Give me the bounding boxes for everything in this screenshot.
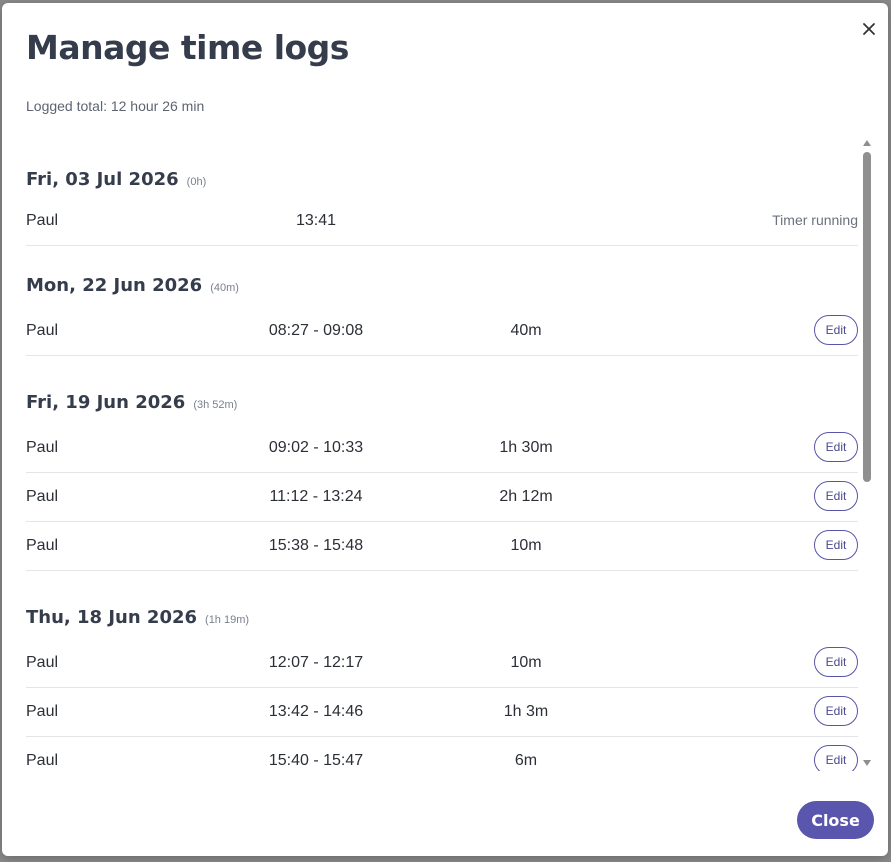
time-log-row: Paul 13:42 - 14:46 1h 3m Edit — [26, 687, 858, 737]
row-duration: 1h 30m — [499, 439, 553, 456]
row-time-range: 15:40 - 15:47 — [268, 752, 364, 769]
row-user: Paul — [26, 752, 59, 769]
timer-running-status: Timer running — [772, 212, 858, 228]
edit-button[interactable]: Edit — [814, 481, 858, 511]
day-date: Fri, 19 Jun 2026 — [26, 392, 186, 413]
day-heading: Thu, 18 Jun 2026 (1h 19m) — [26, 607, 249, 628]
day-date: Fri, 03 Jul 2026 — [26, 169, 179, 190]
row-duration: 2h 12m — [499, 488, 553, 505]
row-time-range: 12:07 - 12:17 — [268, 654, 364, 671]
time-log-row: Paul 13:41 Timer running — [26, 196, 858, 246]
time-logs-dialog: Manage time logs Logged total: 12 hour 2… — [2, 3, 888, 856]
time-log-row: Paul 12:07 - 12:17 10m Edit — [26, 638, 858, 688]
row-duration: 10m — [510, 654, 542, 671]
row-time-range: 09:02 - 10:33 — [268, 439, 364, 456]
row-duration: 1h 3m — [503, 703, 549, 720]
time-log-list[interactable]: Fri, 03 Jul 2026 (0h) Paul 13:41 Timer r… — [26, 133, 872, 771]
day-date: Thu, 18 Jun 2026 — [26, 607, 198, 628]
list-scrollbar[interactable] — [860, 136, 874, 769]
row-time-range: 15:38 - 15:48 — [268, 537, 364, 554]
row-user: Paul — [26, 703, 59, 720]
edit-button[interactable]: Edit — [814, 432, 858, 462]
row-time-range: 13:42 - 14:46 — [268, 703, 364, 720]
row-duration: 6m — [514, 752, 538, 769]
day-heading: Fri, 03 Jul 2026 (0h) — [26, 169, 206, 190]
day-date: Mon, 22 Jun 2026 — [26, 275, 203, 296]
row-user: Paul — [26, 322, 59, 339]
row-duration: 40m — [510, 322, 542, 339]
scrollbar-thumb[interactable] — [863, 152, 871, 482]
time-log-row: Paul 15:38 - 15:48 10m Edit — [26, 521, 858, 571]
day-heading: Fri, 19 Jun 2026 (3h 52m) — [26, 392, 237, 413]
row-duration: 10m — [510, 537, 542, 554]
row-time-range: 13:41 — [295, 212, 337, 229]
row-time-range: 08:27 - 09:08 — [268, 322, 364, 339]
row-user: Paul — [26, 212, 59, 229]
dialog-title: Manage time logs — [26, 28, 349, 67]
day-duration: (0h) — [186, 176, 207, 188]
day-duration: (1h 19m) — [205, 614, 250, 626]
time-log-row: Paul 11:12 - 13:24 2h 12m Edit — [26, 472, 858, 522]
edit-button[interactable]: Edit — [814, 745, 858, 771]
day-duration: (40m) — [210, 282, 239, 294]
close-button[interactable]: Close — [797, 801, 874, 839]
time-log-row: Paul 09:02 - 10:33 1h 30m Edit — [26, 423, 858, 473]
row-user: Paul — [26, 654, 59, 671]
scroll-up-arrow-icon[interactable] — [863, 140, 871, 146]
edit-button[interactable]: Edit — [814, 647, 858, 677]
close-icon[interactable] — [860, 20, 878, 38]
scroll-down-arrow-icon[interactable] — [863, 760, 871, 766]
row-user: Paul — [26, 537, 59, 554]
time-log-row: Paul 15:40 - 15:47 6m Edit — [26, 736, 858, 771]
day-heading: Mon, 22 Jun 2026 (40m) — [26, 275, 239, 296]
day-duration: (3h 52m) — [193, 399, 238, 411]
edit-button[interactable]: Edit — [814, 696, 858, 726]
row-user: Paul — [26, 439, 59, 456]
edit-button[interactable]: Edit — [814, 315, 858, 345]
logged-total: Logged total: 12 hour 26 min — [26, 98, 205, 114]
row-time-range: 11:12 - 13:24 — [269, 488, 363, 505]
row-user: Paul — [26, 488, 59, 505]
time-log-row: Paul 08:27 - 09:08 40m Edit — [26, 306, 858, 356]
edit-button[interactable]: Edit — [814, 530, 858, 560]
